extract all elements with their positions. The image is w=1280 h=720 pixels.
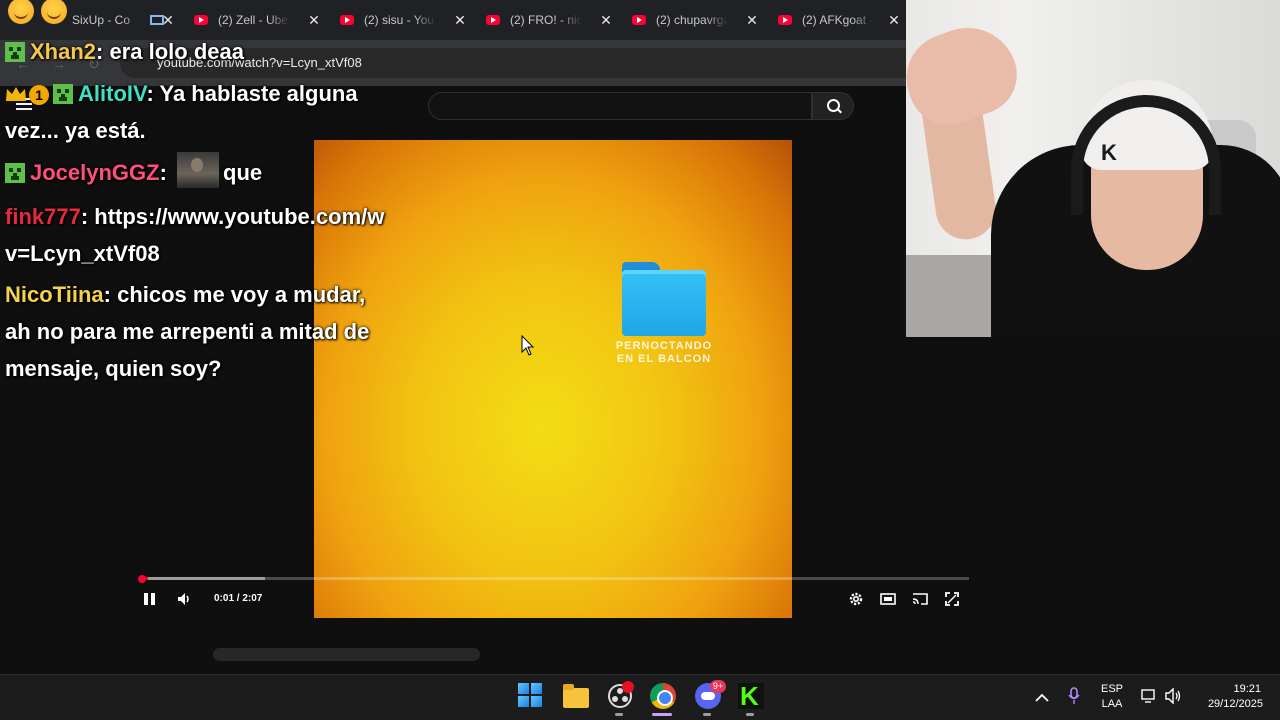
progress-buffered bbox=[141, 577, 266, 580]
chat-text: https://www.youtube.com/w bbox=[94, 204, 385, 229]
chat-username: fink777 bbox=[5, 204, 81, 229]
tab-close-icon[interactable]: ✕ bbox=[744, 12, 760, 29]
tab-title: (2) sisu - YouT bbox=[364, 13, 436, 27]
notification-badge: 9+ bbox=[710, 680, 726, 693]
chat-separator: : bbox=[80, 204, 89, 229]
tab-afkgoat[interactable]: (2) AFKgoat - ✕ bbox=[778, 4, 902, 36]
youtube-favicon-icon bbox=[194, 15, 208, 25]
running-indicator bbox=[746, 713, 754, 716]
tab-title: (2) AFKgoat - bbox=[802, 13, 874, 27]
speaker-icon[interactable] bbox=[1165, 687, 1183, 709]
progress-scrubber[interactable] bbox=[138, 575, 146, 583]
chat-text: que bbox=[223, 160, 263, 185]
settings-gear-icon[interactable] bbox=[848, 591, 864, 607]
fullscreen-icon[interactable] bbox=[944, 591, 960, 607]
gifter-badge-icon: 1 bbox=[29, 85, 49, 105]
chat-username: JocelynGGZ bbox=[30, 160, 160, 185]
chat-text-continued: vez... ya está. bbox=[5, 118, 146, 143]
mouse-cursor-icon bbox=[521, 334, 535, 362]
tab-zell[interactable]: (2) Zell - Uber ✕ bbox=[194, 4, 322, 36]
folder-icon bbox=[622, 262, 706, 336]
language-code: ESP bbox=[1100, 683, 1123, 695]
video-frame[interactable] bbox=[314, 140, 792, 618]
chat-message: NicoTiina: chicos me voy a mudar, bbox=[5, 276, 365, 313]
loading-placeholder bbox=[213, 648, 480, 661]
tab-close-icon[interactable]: ✕ bbox=[306, 12, 322, 29]
microphone-icon[interactable] bbox=[1068, 687, 1080, 710]
youtube-favicon-icon bbox=[340, 15, 354, 25]
search-button[interactable] bbox=[812, 92, 854, 120]
keyboard-layout: LAA bbox=[1101, 698, 1123, 710]
folder-label-line1: PERNOCTANDO bbox=[615, 340, 713, 352]
file-explorer-icon[interactable] bbox=[563, 684, 589, 708]
chat-text: era lolo deaa bbox=[109, 39, 244, 64]
tab-title: (2) Zell - Uber bbox=[218, 13, 290, 27]
youtube-favicon-icon bbox=[632, 15, 646, 25]
chat-text-continued: ah no para me arrepenti a mitad de bbox=[5, 319, 370, 344]
network-icon[interactable] bbox=[1141, 688, 1157, 709]
tab-close-icon[interactable]: ✕ bbox=[452, 12, 468, 29]
start-menu-icon[interactable] bbox=[518, 683, 544, 709]
clock[interactable]: 19:21 29/12/2025 bbox=[1192, 682, 1270, 712]
youtube-favicon-icon bbox=[486, 15, 500, 25]
chat-text: Ya hablaste alguna bbox=[159, 81, 358, 106]
creeper-badge-icon bbox=[5, 42, 25, 62]
input-language[interactable]: ESP LAA bbox=[1098, 682, 1126, 712]
tab-chupavrga[interactable]: (2) chupavrga ✕ bbox=[632, 4, 760, 36]
running-indicator bbox=[703, 713, 711, 716]
chat-username: NicoTiina bbox=[5, 282, 104, 307]
tab-close-icon[interactable]: ✕ bbox=[598, 12, 614, 29]
tab-title: SixUp - Co bbox=[72, 13, 131, 27]
running-indicator bbox=[615, 713, 623, 716]
youtube-favicon-icon bbox=[778, 15, 792, 25]
tab-close-icon[interactable]: ✕ bbox=[160, 12, 176, 29]
windows-taskbar bbox=[0, 674, 1280, 720]
crown-badge-icon bbox=[6, 87, 26, 101]
folder-label-line2: EN EL BALCON bbox=[616, 353, 712, 365]
pause-button[interactable] bbox=[144, 590, 156, 608]
tab-title: (2) chupavrga bbox=[656, 13, 728, 27]
chat-message: Xhan2: era lolo deaa bbox=[5, 33, 244, 70]
chat-text-continued: v=Lcyn_xtVf08 bbox=[5, 241, 160, 266]
chat-separator: : bbox=[103, 282, 111, 307]
cast-icon[interactable] bbox=[912, 591, 928, 607]
chat-username: AlitoIV bbox=[78, 81, 147, 106]
chat-message: JocelynGGZ: que bbox=[5, 152, 262, 191]
tab-close-icon[interactable]: ✕ bbox=[886, 12, 902, 29]
chat-separator: : bbox=[146, 81, 154, 106]
clock-time: 19:21 bbox=[1233, 683, 1261, 695]
tab-fro[interactable]: (2) FRO! - nick ✕ bbox=[486, 4, 614, 36]
kick-app-icon[interactable] bbox=[738, 681, 764, 712]
chat-message: 1 AlitoIV: Ya hablaste alguna bbox=[5, 75, 358, 112]
active-indicator bbox=[652, 713, 672, 716]
tab-sisu[interactable]: (2) sisu - YouT ✕ bbox=[340, 4, 468, 36]
chat-separator: : bbox=[159, 160, 167, 185]
chevron-up-icon[interactable] bbox=[1035, 690, 1049, 708]
creeper-badge-icon bbox=[5, 163, 25, 183]
chat-text: chicos me voy a mudar, bbox=[117, 282, 366, 307]
webcam-overlay: K bbox=[906, 0, 1280, 337]
screen: SixUp - Co ✕ (2) Zell - Uber ✕ (2) sisu … bbox=[0, 0, 1280, 720]
recording-indicator-icon bbox=[622, 681, 634, 693]
volume-icon[interactable] bbox=[176, 591, 192, 607]
progress-bar[interactable] bbox=[141, 577, 969, 580]
time-display: 0:01 / 2:07 bbox=[214, 593, 263, 604]
chat-username: Xhan2 bbox=[30, 39, 97, 64]
clock-date: 29/12/2025 bbox=[1207, 698, 1263, 710]
folder-label: PERNOCTANDO EN EL BALCON bbox=[612, 340, 716, 366]
theater-mode-icon[interactable] bbox=[880, 591, 896, 607]
creeper-badge-icon bbox=[53, 84, 73, 104]
chat-message: fink777: https://www.youtube.com/w bbox=[5, 198, 384, 235]
chat-separator: : bbox=[96, 39, 104, 64]
tab-title: (2) FRO! - nick bbox=[510, 13, 582, 27]
chat-emote-image bbox=[177, 152, 220, 188]
chrome-icon[interactable] bbox=[650, 683, 676, 709]
search-input[interactable] bbox=[428, 92, 812, 120]
chat-text-continued: mensaje, quien soy? bbox=[5, 356, 222, 381]
